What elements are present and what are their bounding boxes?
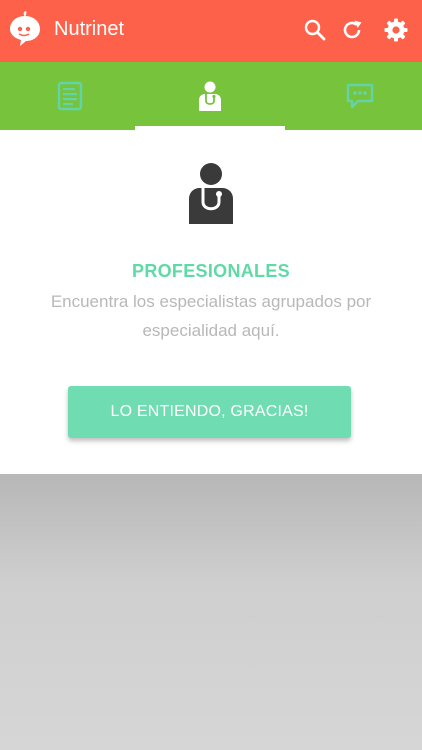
settings-button[interactable] (381, 15, 411, 45)
card-title: PROFESIONALES (132, 261, 290, 281)
gear-icon (384, 18, 408, 42)
refresh-button[interactable] (337, 15, 367, 45)
confirm-button[interactable]: LO ENTIENDO, GRACIAS! (68, 386, 351, 438)
app-bar: Nutrinet (0, 0, 422, 62)
doctor-icon (199, 81, 221, 111)
app-title: Nutrinet (54, 18, 125, 40)
tab-professionals[interactable] (140, 62, 280, 130)
doctor-icon (186, 162, 236, 226)
intro-card: PROFESIONALES Encuentra los especialista… (0, 130, 422, 474)
tab-messages[interactable] (290, 62, 422, 130)
nutrinet-logo-icon (8, 10, 42, 48)
card-description: Encuentra los especialistas agrupados po… (50, 292, 372, 340)
search-icon (304, 19, 326, 41)
dimmed-background (0, 474, 422, 750)
tab-documents[interactable] (0, 62, 140, 130)
document-icon (57, 81, 83, 111)
search-button[interactable] (300, 15, 330, 45)
tab-bar (0, 62, 422, 130)
refresh-icon (343, 20, 362, 39)
chat-icon (346, 83, 374, 109)
